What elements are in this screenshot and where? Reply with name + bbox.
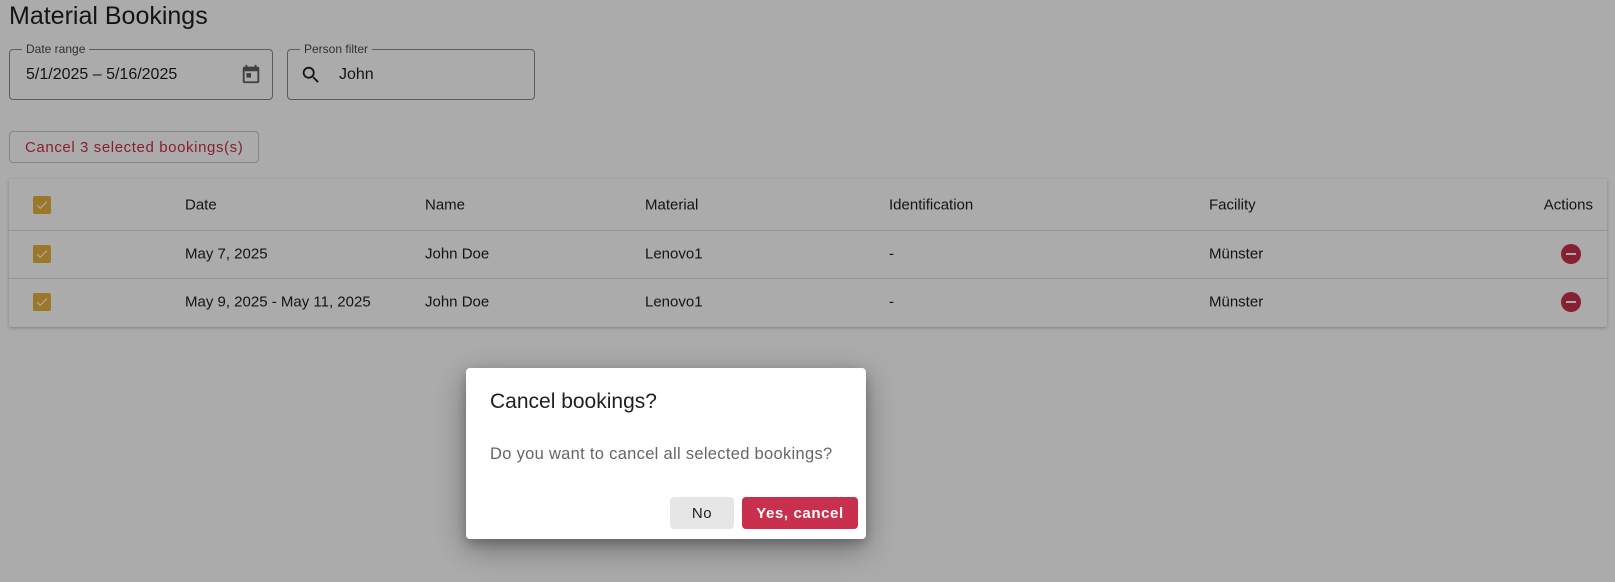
dialog-title: Cancel bookings? [490, 390, 657, 413]
dialog-message: Do you want to cancel all selected booki… [490, 445, 833, 463]
no-button[interactable]: No [670, 497, 734, 529]
yes-cancel-button[interactable]: Yes, cancel [742, 497, 858, 529]
cancel-bookings-dialog: Cancel bookings? Do you want to cancel a… [466, 368, 866, 539]
